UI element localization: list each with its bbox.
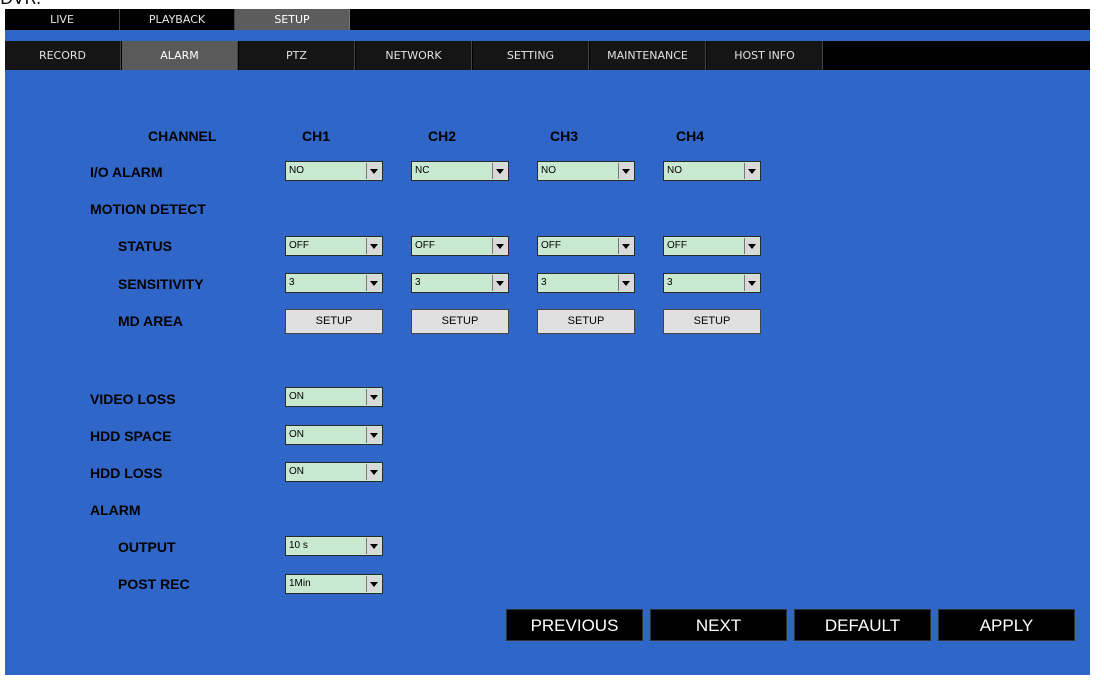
io-alarm-select-ch1[interactable]: NO xyxy=(285,161,383,181)
tab-alarm[interactable]: ALARM xyxy=(122,41,238,70)
sensitivity-value-ch3: 3 xyxy=(541,277,547,288)
status-value-ch4: OFF xyxy=(667,240,687,251)
tab-setup[interactable]: SETUP xyxy=(235,9,350,30)
alarm-label: ALARM xyxy=(90,502,141,518)
status-label: STATUS xyxy=(118,238,172,254)
top-nav: LIVE PLAYBACK SETUP xyxy=(5,9,1090,30)
chevron-down-icon[interactable] xyxy=(744,275,759,291)
output-label: OUTPUT xyxy=(118,539,176,555)
channel-label: CHANNEL xyxy=(148,128,217,144)
channel-header-4: CH4 xyxy=(676,128,705,144)
tab-record[interactable]: RECORD xyxy=(5,41,121,70)
io-alarm-value-ch4: NO xyxy=(667,165,682,176)
chevron-down-icon[interactable] xyxy=(618,238,633,254)
tab-maintenance[interactable]: MAINTENANCE xyxy=(590,41,706,70)
channel-header-1: CH1 xyxy=(302,128,331,144)
tab-playback[interactable]: PLAYBACK xyxy=(120,9,235,30)
motion-detect-label: MOTION DETECT xyxy=(90,201,206,217)
post-rec-value: 1Min xyxy=(289,578,311,589)
status-value-ch2: OFF xyxy=(415,240,435,251)
md-area-setup-button-ch2[interactable]: SETUP xyxy=(411,309,509,334)
status-value-ch1: OFF xyxy=(289,240,309,251)
channel-header-3: CH3 xyxy=(550,128,579,144)
chevron-down-icon[interactable] xyxy=(366,275,381,291)
chevron-down-icon[interactable] xyxy=(366,576,381,592)
sensitivity-select-ch1[interactable]: 3 xyxy=(285,273,383,293)
chevron-down-icon[interactable] xyxy=(366,464,381,480)
chevron-down-icon[interactable] xyxy=(492,163,507,179)
status-value-ch3: OFF xyxy=(541,240,561,251)
output-value: 10 s xyxy=(289,540,308,551)
video-loss-label: VIDEO LOSS xyxy=(90,391,176,407)
previous-button[interactable]: PREVIOUS xyxy=(506,609,643,641)
io-alarm-value-ch2: NC xyxy=(415,165,430,176)
md-area-label: MD AREA xyxy=(118,313,183,329)
chevron-down-icon[interactable] xyxy=(618,163,633,179)
io-alarm-label: I/O ALARM xyxy=(90,164,163,180)
md-area-setup-button-ch4[interactable]: SETUP xyxy=(663,309,761,334)
io-alarm-value-ch1: NO xyxy=(289,165,304,176)
channel-header-2: CH2 xyxy=(428,128,457,144)
io-alarm-select-ch2[interactable]: NC xyxy=(411,161,509,181)
video-loss-select[interactable]: ON xyxy=(285,387,383,407)
dvr-window: LIVE PLAYBACK SETUP RECORD ALARM PTZ NET… xyxy=(5,9,1090,675)
io-alarm-value-ch3: NO xyxy=(541,165,556,176)
tab-ptz[interactable]: PTZ xyxy=(239,41,355,70)
chevron-down-icon[interactable] xyxy=(492,238,507,254)
chevron-down-icon[interactable] xyxy=(618,275,633,291)
chevron-down-icon[interactable] xyxy=(366,427,381,443)
status-select-ch2[interactable]: OFF xyxy=(411,236,509,256)
post-rec-select[interactable]: 1Min xyxy=(285,574,383,594)
status-select-ch3[interactable]: OFF xyxy=(537,236,635,256)
hdd-loss-label: HDD LOSS xyxy=(90,465,163,481)
default-button[interactable]: DEFAULT xyxy=(794,609,931,641)
sensitivity-label: SENSITIVITY xyxy=(118,276,204,292)
status-select-ch4[interactable]: OFF xyxy=(663,236,761,256)
post-rec-label: POST REC xyxy=(118,576,190,592)
chevron-down-icon[interactable] xyxy=(366,389,381,405)
apply-button[interactable]: APPLY xyxy=(938,609,1075,641)
hdd-space-value: ON xyxy=(289,429,304,440)
md-area-setup-button-ch1[interactable]: SETUP xyxy=(285,309,383,334)
md-area-setup-button-ch3[interactable]: SETUP xyxy=(537,309,635,334)
chevron-down-icon[interactable] xyxy=(744,238,759,254)
next-button[interactable]: NEXT xyxy=(650,609,787,641)
sensitivity-value-ch2: 3 xyxy=(415,277,421,288)
hdd-loss-select[interactable]: ON xyxy=(285,462,383,482)
cut-title: DVR: xyxy=(0,0,41,8)
chevron-down-icon[interactable] xyxy=(492,275,507,291)
chevron-down-icon[interactable] xyxy=(366,238,381,254)
sensitivity-select-ch4[interactable]: 3 xyxy=(663,273,761,293)
sensitivity-select-ch3[interactable]: 3 xyxy=(537,273,635,293)
hdd-space-label: HDD SPACE xyxy=(90,428,172,444)
io-alarm-select-ch3[interactable]: NO xyxy=(537,161,635,181)
sensitivity-select-ch2[interactable]: 3 xyxy=(411,273,509,293)
tab-live[interactable]: LIVE xyxy=(5,9,120,30)
tab-host-info[interactable]: HOST INFO xyxy=(707,41,823,70)
chevron-down-icon[interactable] xyxy=(366,163,381,179)
video-loss-value: ON xyxy=(289,391,304,402)
io-alarm-select-ch4[interactable]: NO xyxy=(663,161,761,181)
tab-setting[interactable]: SETTING xyxy=(473,41,589,70)
chevron-down-icon[interactable] xyxy=(744,163,759,179)
sub-nav: RECORD ALARM PTZ NETWORK SETTING MAINTEN… xyxy=(5,41,1090,70)
hdd-space-select[interactable]: ON xyxy=(285,425,383,445)
tab-network[interactable]: NETWORK xyxy=(356,41,472,70)
status-select-ch1[interactable]: OFF xyxy=(285,236,383,256)
output-select[interactable]: 10 s xyxy=(285,536,383,556)
hdd-loss-value: ON xyxy=(289,466,304,477)
sensitivity-value-ch1: 3 xyxy=(289,277,295,288)
sensitivity-value-ch4: 3 xyxy=(667,277,673,288)
chevron-down-icon[interactable] xyxy=(366,538,381,554)
